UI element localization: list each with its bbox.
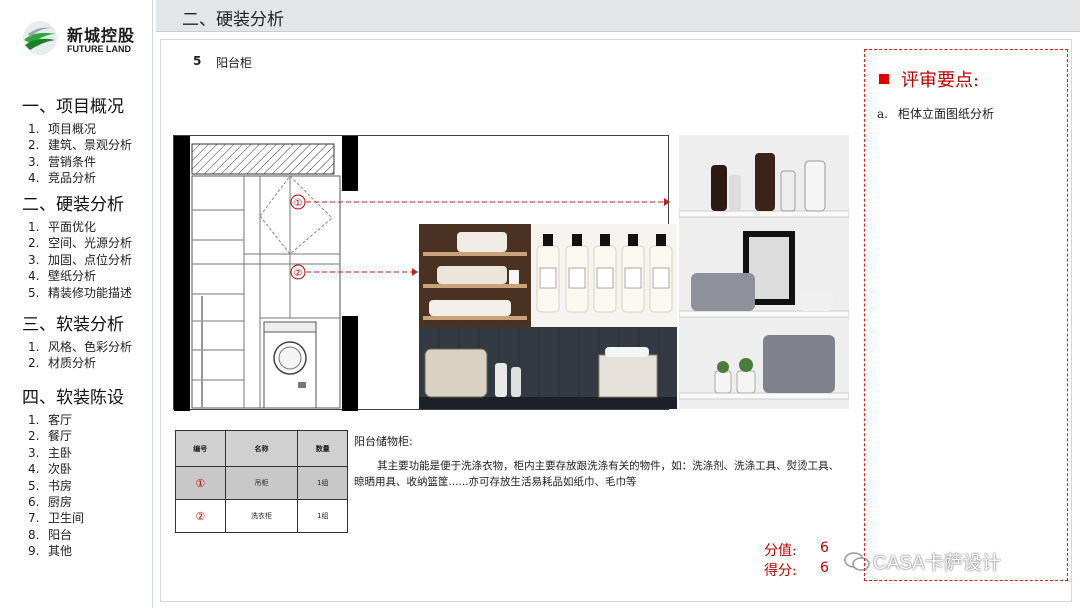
nav-item[interactable]: 2. 空间、光源分析	[22, 235, 132, 251]
nav-section-title[interactable]: 四、软装陈设	[22, 387, 124, 409]
nav-item[interactable]: 1. 平面优化	[22, 219, 132, 235]
table-row: ② 洗衣柜 1组	[175, 499, 348, 533]
table-header-id: 编号	[175, 430, 226, 467]
detergent-bottles-photo	[531, 224, 677, 327]
nav-section-title[interactable]: 二、硬装分析	[22, 194, 132, 216]
description-title: 阳台储物柜:	[354, 435, 413, 448]
nav-item[interactable]: 8. 阳台	[22, 527, 124, 543]
table-cell-name: 吊柜	[224, 466, 299, 500]
nav-section-3: 三、软装分析 1. 风格、色彩分析 2. 材质分析	[22, 314, 132, 372]
score-value-label: 分值:	[764, 543, 797, 559]
table-cell-id: ①	[175, 466, 226, 500]
content-card: 5 阳台柜 ① ② 编号 名称 数量 ① 吊柜 1组 ② 洗衣柜 1组 阳台储物…	[160, 39, 1072, 602]
nav-item[interactable]: 5. 精装修功能描述	[22, 285, 132, 301]
review-title: 评审要点:	[879, 66, 979, 92]
cabinet-item-table: 编号 名称 数量 ① 吊柜 1组 ② 洗衣柜 1组	[175, 430, 348, 533]
review-point-item: a. 柜体立面图纸分析	[877, 105, 994, 122]
company-logo: 新城控股 FUTURE LAND	[22, 20, 147, 66]
logo-mark-icon	[23, 21, 57, 55]
table-cell-qty: 1组	[297, 466, 348, 500]
table-cell-name: 洗衣柜	[224, 499, 299, 533]
nav-item[interactable]: 3. 主卧	[22, 445, 124, 461]
nav-item[interactable]: 4. 次卧	[22, 461, 124, 477]
description-body: 其主要功能是便于洗涤衣物，柜内主要存放跟洗涤有关的物件，如：洗涤剂、洗涤工具、熨…	[354, 460, 840, 488]
sidebar: 新城控股 FUTURE LAND 一、项目概况 1. 项目概况 2. 建筑、景观分析…	[0, 0, 153, 608]
towel-shelf-photo	[419, 224, 531, 327]
nav-item[interactable]: 2. 材质分析	[22, 355, 132, 371]
nav-section-1: 一、项目概况 1. 项目概况 2. 建筑、景观分析 3. 营销条件 4. 竞品分析	[22, 96, 132, 187]
nav-item[interactable]: 3. 加固、点位分析	[22, 252, 132, 268]
nav-section-title[interactable]: 三、软装分析	[22, 314, 132, 336]
nav-item[interactable]: 7. 卫生间	[22, 510, 124, 526]
score-earned: 6	[820, 560, 829, 576]
nav-item[interactable]: 4. 壁纸分析	[22, 268, 132, 284]
wall-shelves-photo	[679, 135, 849, 409]
nav-item[interactable]: 1. 风格、色彩分析	[22, 339, 132, 355]
review-point-marker: a.	[877, 107, 888, 121]
nav-item[interactable]: 4. 竞品分析	[22, 170, 132, 186]
nav-item[interactable]: 9. 其他	[22, 543, 124, 559]
review-points-panel: 评审要点: a. 柜体立面图纸分析	[864, 49, 1068, 581]
table-cell-qty: 1组	[297, 499, 348, 533]
nav-section-title[interactable]: 一、项目概况	[22, 96, 132, 118]
section-label: 阳台柜	[216, 56, 253, 70]
score-value: 6	[820, 540, 829, 556]
section-number: 5	[193, 54, 202, 68]
nav-item[interactable]: 2. 餐厅	[22, 428, 124, 444]
review-point-text: 柜体立面图纸分析	[897, 107, 994, 121]
page-header: 二、硬装分析	[156, 0, 1080, 32]
table-header-qty: 数量	[297, 430, 348, 467]
nav-item[interactable]: 2. 建筑、景观分析	[22, 137, 132, 153]
table-cell-id: ②	[175, 499, 226, 533]
page-title: 二、硬装分析	[182, 10, 284, 30]
nav-item[interactable]: 1. 客厅	[22, 412, 124, 428]
score-earned-label: 得分:	[764, 563, 797, 579]
marker-1-label: ①	[294, 198, 303, 209]
nav-item[interactable]: 1. 项目概况	[22, 121, 132, 137]
marker-2-label: ②	[294, 268, 303, 279]
nav-section-2: 二、硬装分析 1. 平面优化 2. 空间、光源分析 3. 加固、点位分析 4. 壁纸分析…	[22, 194, 132, 301]
nav-item[interactable]: 6. 厨房	[22, 494, 124, 510]
storage-baskets-photo	[419, 327, 677, 409]
logo-name-en: FUTURE LAND	[67, 44, 131, 54]
nav-item[interactable]: 3. 营销条件	[22, 154, 132, 170]
nav-item[interactable]: 5. 书房	[22, 478, 124, 494]
table-header-name: 名称	[224, 430, 299, 467]
square-bullet-icon	[879, 74, 889, 84]
nav-section-4: 四、软装陈设 1. 客厅 2. 餐厅 3. 主卧 4. 次卧 5. 书房 6. 厨房 7. 卫…	[22, 387, 124, 560]
table-row: ① 吊柜 1组	[175, 466, 348, 500]
logo-name-cn: 新城控股	[67, 26, 136, 45]
